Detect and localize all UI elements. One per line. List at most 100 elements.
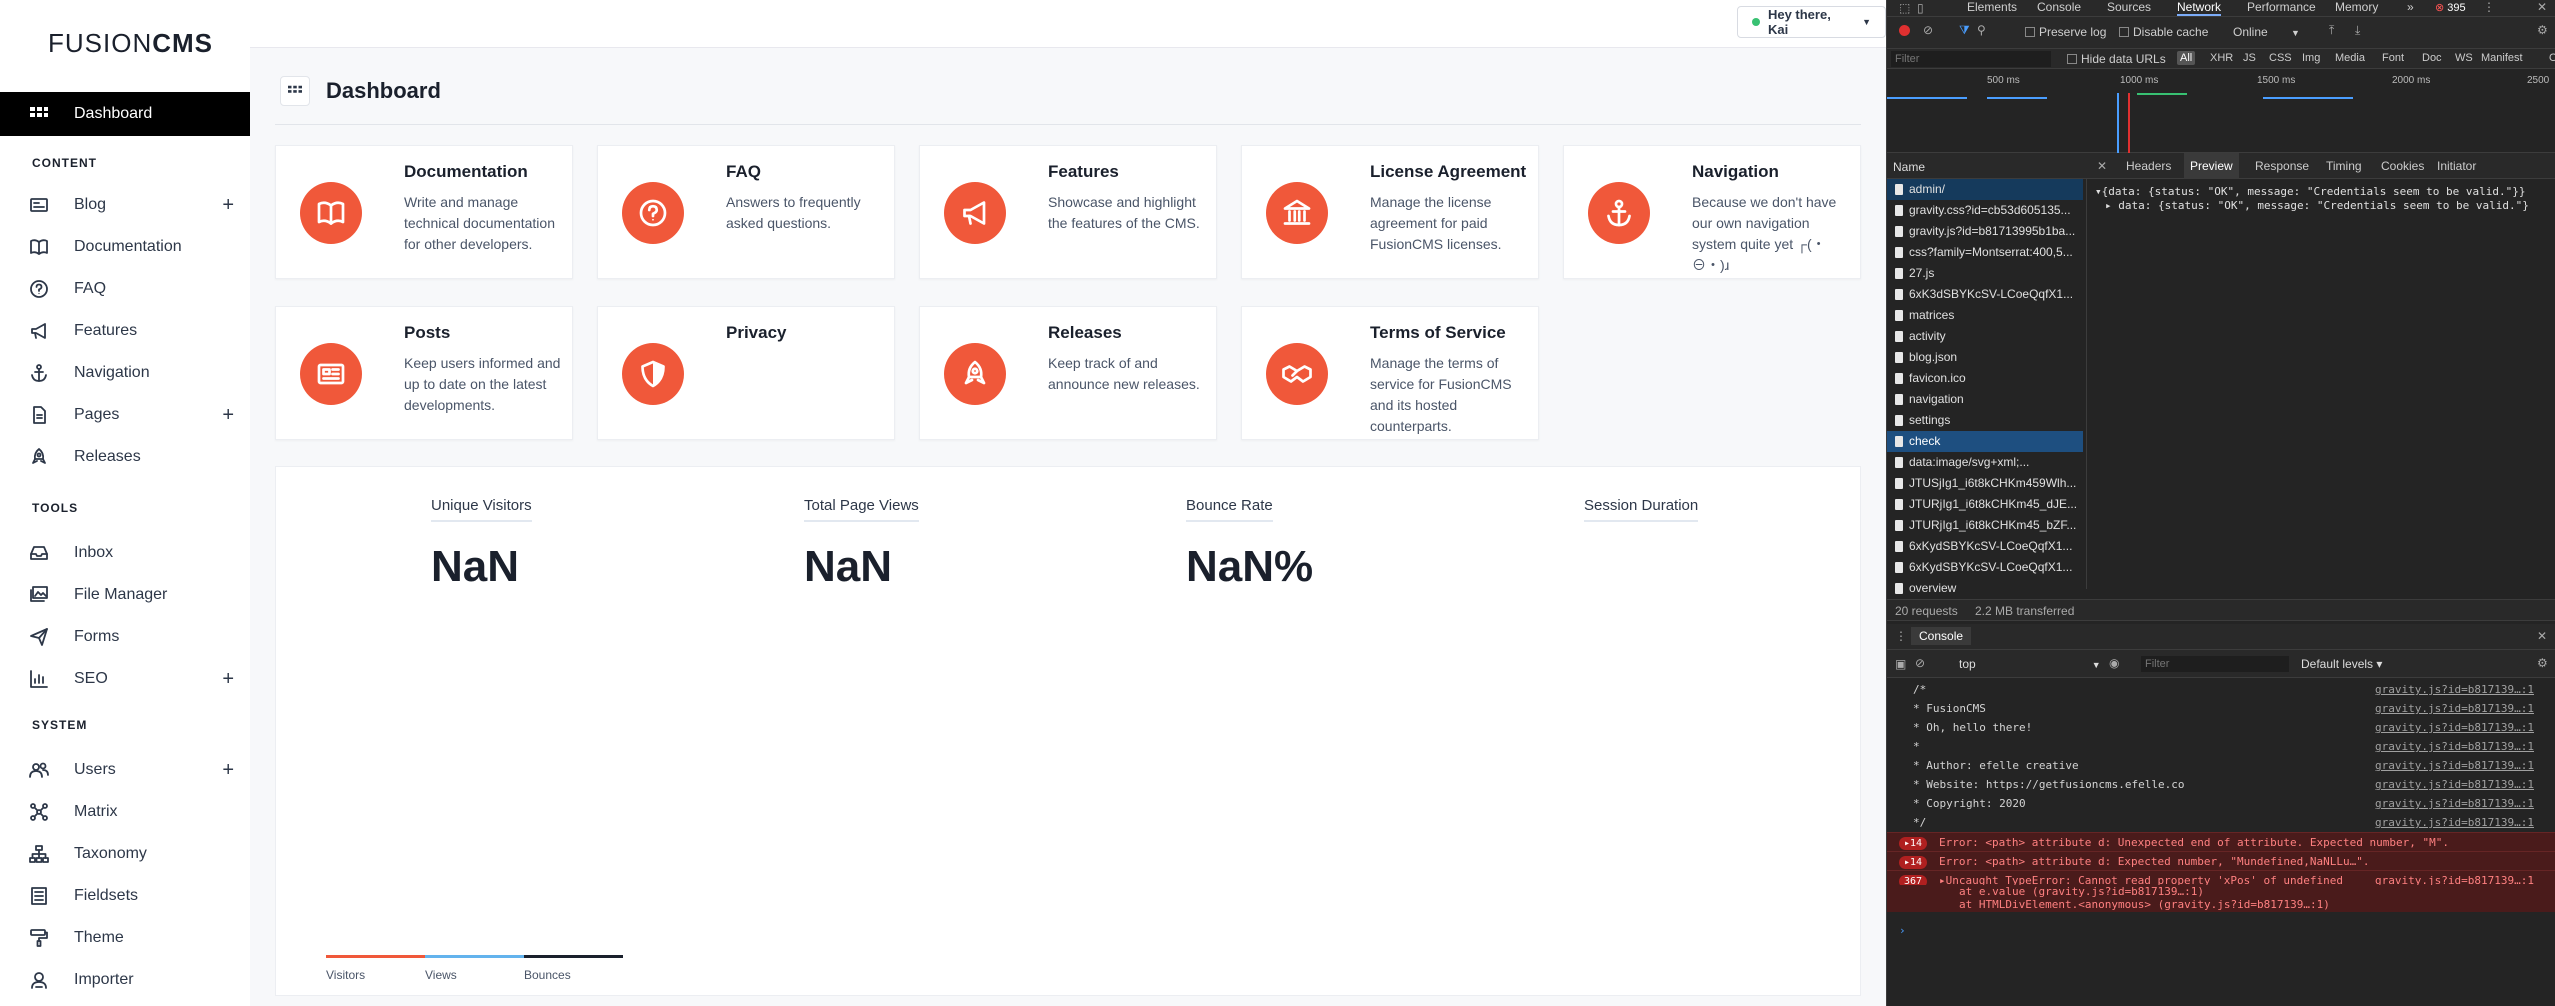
add-blog-button[interactable]: + (222, 194, 234, 217)
legend-views[interactable]: Views (425, 955, 524, 985)
add-users-button[interactable]: + (222, 759, 234, 782)
devtools-tab-performance[interactable]: Performance (2247, 0, 2316, 16)
detail-tab-timing[interactable]: Timing (2320, 153, 2368, 179)
filter-type-js[interactable]: JS (2243, 52, 2256, 64)
request-row[interactable]: favicon.ico (1887, 368, 2083, 389)
log-levels-select[interactable]: Default levels ▾ (2301, 657, 2382, 671)
request-row[interactable]: blog.json (1887, 347, 2083, 368)
sidebar-item-theme[interactable]: Theme (0, 918, 250, 958)
request-row[interactable]: activity (1887, 326, 2083, 347)
console-error[interactable]: ▸14 Error: <path> attribute d: Unexpected… (1887, 832, 2555, 851)
filter-type-img[interactable]: Img (2302, 52, 2320, 64)
request-row[interactable]: matrices (1887, 305, 2083, 326)
devtools-tab-network[interactable]: Network (2177, 0, 2222, 16)
filter-type-css[interactable]: CSS (2269, 52, 2292, 64)
card-documentation[interactable]: Documentation Write and manage technical … (275, 145, 573, 279)
devtools-tab-memory[interactable]: Memory (2335, 0, 2378, 16)
timeline-overview[interactable]: 500 ms 1000 ms 1500 ms 2000 ms 2500 (1887, 69, 2555, 153)
clear-icon[interactable]: ⊘ (1923, 23, 1933, 37)
sidebar-item-documentation[interactable]: Documentation (0, 227, 250, 267)
console-prompt[interactable]: › (1887, 921, 2555, 940)
throttle-select[interactable]: Online ▼ (2233, 25, 2300, 39)
sidebar-item-releases[interactable]: Releases (0, 437, 250, 477)
stack-frame[interactable]: at e.value (gravity.js?id=b817139…:1) (1959, 885, 2204, 899)
sidebar-item-importer[interactable]: Importer (0, 960, 250, 1000)
devtools-tab-console[interactable]: Console (2037, 0, 2081, 16)
error-count-badge[interactable]: ⊗ 395 (2435, 1, 2466, 14)
legend-visitors[interactable]: Visitors (326, 955, 425, 985)
request-row[interactable]: JTURjIg1_i6t8kCHKm45_bZF... (1887, 515, 2083, 536)
sidebar-item-navigation[interactable]: Navigation (0, 353, 250, 393)
console-settings-gear-icon[interactable]: ⚙ (2537, 656, 2548, 670)
request-row[interactable]: gravity.js?id=b81713995b1ba... (1887, 221, 2083, 242)
card-navigation[interactable]: Navigation Because we don't have our own … (1563, 145, 1861, 279)
search-icon[interactable]: ⚲ (1977, 23, 1986, 37)
console-filter-input[interactable] (2141, 656, 2289, 672)
sidebar-item-inbox[interactable]: Inbox (0, 533, 250, 573)
context-select[interactable]: top ▼ (1959, 657, 2101, 671)
request-row[interactable]: 6xKydSBYKcSV-LCoeQqfX1... (1887, 536, 2083, 557)
detail-tab-response[interactable]: Response (2249, 153, 2315, 179)
close-detail-icon[interactable]: ✕ (2097, 159, 2107, 173)
request-row[interactable]: settings (1887, 410, 2083, 431)
disable-cache-checkbox[interactable]: Disable cache (2119, 25, 2208, 39)
card-releases[interactable]: Releases Keep track of and announce new r… (919, 306, 1217, 440)
console-source-link[interactable]: gravity.js?id=b817139…:1 (2375, 775, 2534, 794)
console-source-link[interactable]: gravity.js?id=b817139…:1 (2375, 699, 2534, 718)
filter-type-font[interactable]: Font (2382, 52, 2404, 64)
filter-type-doc[interactable]: Doc (2422, 52, 2442, 64)
card-posts[interactable]: Posts Keep users informed and up to date … (275, 306, 573, 440)
request-row[interactable]: 6xK3dSBYKcSV-LCoeQqfX1... (1887, 284, 2083, 305)
console-source-link[interactable]: gravity.js?id=b817139…:1 (2375, 813, 2534, 832)
filter-type-xhr[interactable]: XHR (2210, 52, 2233, 64)
request-row[interactable]: navigation (1887, 389, 2083, 410)
filter-type-other[interactable]: Other (2549, 52, 2555, 64)
brand-logo[interactable]: FUSIONCMS (48, 28, 213, 59)
filter-type-media[interactable]: Media (2335, 52, 2365, 64)
request-row[interactable]: 27.js (1887, 263, 2083, 284)
request-row[interactable]: admin/ (1887, 179, 2083, 200)
card-features[interactable]: Features Showcase and highlight the featu… (919, 145, 1217, 279)
legend-bounces[interactable]: Bounces (524, 955, 623, 985)
filter-type-manifest[interactable]: Manifest (2481, 52, 2523, 64)
filter-type-all[interactable]: All (2177, 51, 2196, 65)
console-source-link[interactable]: gravity.js?id=b817139…:1 (2375, 737, 2534, 756)
sidebar-item-fieldsets[interactable]: Fieldsets (0, 876, 250, 916)
detail-tab-initiator[interactable]: Initiator (2431, 153, 2482, 179)
sidebar-item-users[interactable]: Users + (0, 750, 250, 790)
request-row[interactable]: overview (1887, 578, 2083, 599)
sidebar-item-forms[interactable]: Forms (0, 617, 250, 657)
preserve-log-checkbox[interactable]: Preserve log (2025, 25, 2106, 39)
inspect-icon[interactable]: ⬚ (1899, 1, 1910, 15)
card-license-agreement[interactable]: License Agreement Manage the license agre… (1241, 145, 1539, 279)
sidebar-item-faq[interactable]: FAQ (0, 269, 250, 309)
close-icon[interactable]: ✕ (2537, 0, 2547, 14)
sidebar-item-pages[interactable]: Pages + (0, 395, 250, 435)
detail-tab-cookies[interactable]: Cookies (2375, 153, 2430, 179)
detail-tab-headers[interactable]: Headers (2120, 153, 2177, 179)
sidebar-item-taxonomy[interactable]: Taxonomy (0, 834, 250, 874)
more-vert-icon[interactable]: ⋮ (2483, 0, 2495, 14)
filter-type-ws[interactable]: WS (2455, 52, 2473, 64)
card-privacy[interactable]: Privacy (597, 306, 895, 440)
console-source-link[interactable]: gravity.js?id=b817139…:1 (2375, 718, 2534, 737)
sidebar-item-features[interactable]: Features (0, 311, 250, 351)
sidebar-item-seo[interactable]: SEO + (0, 659, 250, 699)
add-seo-button[interactable]: + (222, 668, 234, 691)
preview-line[interactable]: ▸ data: {status: "OK", message: "Credent… (2105, 199, 2529, 212)
name-column-header[interactable]: Name (1893, 160, 1925, 174)
upload-icon[interactable]: ⤒ (2329, 23, 2334, 38)
sidebar-item-matrix[interactable]: Matrix (0, 792, 250, 832)
device-icon[interactable]: ▯ (1917, 1, 1924, 15)
devtools-tab-elements[interactable]: Elements (1967, 0, 2017, 16)
request-row[interactable]: JTUSjIg1_i6t8kCHKm459Wlh... (1887, 473, 2083, 494)
stack-frame[interactable]: at HTMLDivElement.<anonymous> (gravity.j… (1959, 898, 2330, 912)
filter-icon[interactable]: ⧩ (1959, 23, 1970, 38)
record-icon[interactable] (1899, 25, 1910, 36)
console-error[interactable]: ▸14 Error: <path> attribute d: Expected n… (1887, 851, 2555, 870)
drawer-menu-icon[interactable]: ⋮ (1895, 629, 1907, 643)
request-row[interactable]: gravity.css?id=cb53d605135... (1887, 200, 2083, 221)
request-row[interactable]: check (1887, 431, 2083, 452)
settings-gear-icon[interactable]: ⚙ (2537, 23, 2548, 37)
hide-data-urls-checkbox[interactable]: Hide data URLs (2067, 52, 2166, 66)
